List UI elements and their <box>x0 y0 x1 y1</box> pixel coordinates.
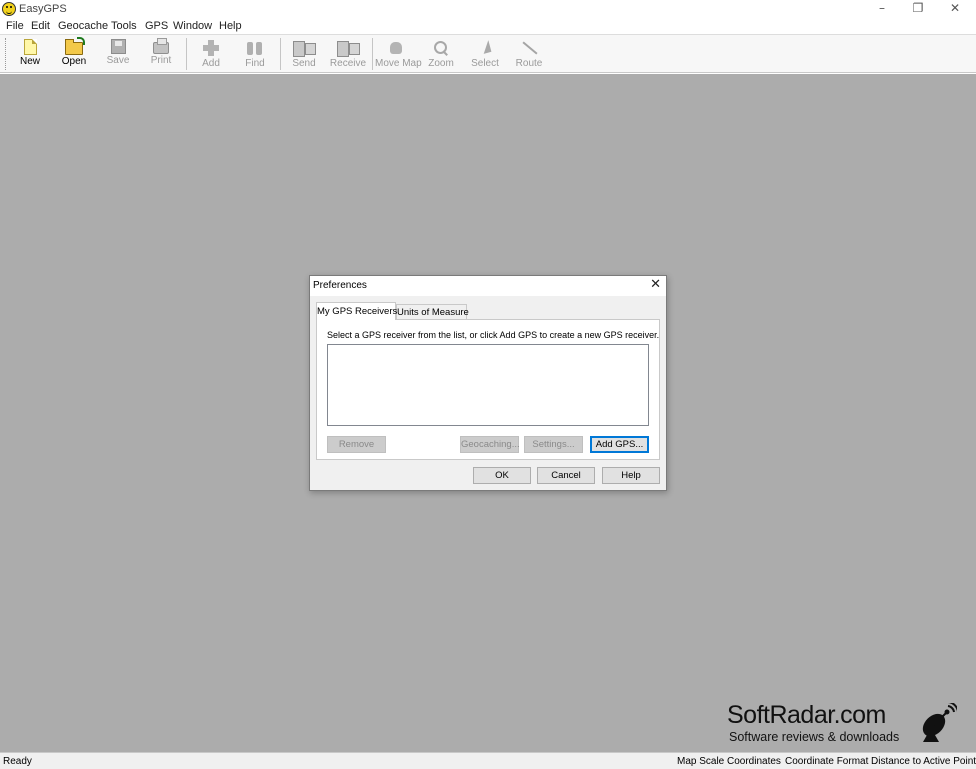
status-bar: Ready Map Scale Coordinates Coordinate F… <box>0 752 976 769</box>
minimize-icon[interactable]: – <box>864 0 900 19</box>
select-label: Select <box>471 58 499 69</box>
plus-icon <box>202 39 220 57</box>
restore-icon[interactable]: ❐ <box>900 0 936 19</box>
add-gps-button[interactable]: Add GPS... <box>590 436 649 453</box>
gps-receiver-list[interactable] <box>327 344 649 426</box>
print-button[interactable]: Print <box>145 37 177 71</box>
open-button[interactable]: Open <box>58 37 90 71</box>
geocaching-button[interactable]: Geocaching... <box>460 436 520 453</box>
menu-geocache[interactable]: Geocache <box>58 20 108 32</box>
zoom-button[interactable]: Zoom <box>425 37 457 71</box>
ok-button[interactable]: OK <box>473 467 531 484</box>
satellite-dish-icon <box>922 703 957 742</box>
new-document-icon <box>23 39 37 55</box>
window-title: EasyGPS <box>19 3 67 15</box>
status-distance-to-active-point: Distance to Active Point <box>871 756 976 767</box>
watermark-subtitle: Software reviews & downloads <box>729 730 900 744</box>
save-label: Save <box>106 55 130 66</box>
save-disk-icon <box>110 39 126 54</box>
route-button[interactable]: Route <box>513 37 545 71</box>
close-icon[interactable]: ✕ <box>937 0 973 19</box>
route-label: Route <box>515 58 543 69</box>
save-button[interactable]: Save <box>102 37 134 71</box>
route-line-icon <box>520 39 538 57</box>
open-label: Open <box>61 56 87 67</box>
menu-gps[interactable]: GPS <box>145 20 168 32</box>
toolbar-separator <box>186 38 187 70</box>
hand-icon <box>387 39 405 57</box>
status-ready: Ready <box>3 756 32 767</box>
status-coordinates: Coordinates <box>727 756 781 767</box>
find-label: Find <box>245 58 265 69</box>
toolbar: New Open Save Print Add Find Send Receiv… <box>0 35 976 73</box>
dialog-close-icon[interactable]: ✕ <box>650 277 661 292</box>
open-folder-icon <box>65 37 85 55</box>
dialog-title-bar[interactable]: Preferences ✕ <box>310 276 666 296</box>
toolbar-separator <box>372 38 373 70</box>
zoom-label: Zoom <box>428 58 454 69</box>
receive-label: Receive <box>329 58 367 69</box>
instruction-text: Select a GPS receiver from the list, or … <box>327 330 660 340</box>
toolbar-separator <box>280 38 281 70</box>
printer-icon <box>153 38 169 54</box>
move-map-button[interactable]: Move Map <box>375 37 422 71</box>
menu-file[interactable]: File <box>6 20 24 32</box>
settings-button[interactable]: Settings... <box>524 436 583 453</box>
help-button[interactable]: Help <box>602 467 660 484</box>
find-button[interactable]: Find <box>239 37 271 71</box>
arrow-cursor-icon <box>476 39 494 57</box>
magnifier-icon <box>432 39 450 57</box>
gps-receivers-panel: Select a GPS receiver from the list, or … <box>316 319 660 460</box>
watermark-title: SoftRadar.com <box>727 701 886 729</box>
binoculars-icon <box>246 39 264 57</box>
select-button[interactable]: Select <box>469 37 501 71</box>
receive-from-gps-icon <box>336 39 360 57</box>
move-map-label: Move Map <box>375 58 422 69</box>
new-button[interactable]: New <box>14 37 46 71</box>
new-label: New <box>19 56 40 67</box>
send-button[interactable]: Send <box>287 37 321 71</box>
receive-button[interactable]: Receive <box>329 37 367 71</box>
menu-bar: File Edit Geocache Tools GPS Window Help <box>0 19 976 35</box>
title-bar: EasyGPS – ❐ ✕ <box>0 0 976 19</box>
toolbar-grip[interactable] <box>5 38 8 70</box>
tab-units-of-measure[interactable]: Units of Measure <box>396 304 469 319</box>
send-label: Send <box>292 58 316 69</box>
menu-tools[interactable]: Tools <box>111 20 137 32</box>
menu-edit[interactable]: Edit <box>31 20 50 32</box>
add-label: Add <box>202 58 220 69</box>
preferences-dialog: Preferences ✕ My GPS Receivers Units of … <box>309 275 667 491</box>
print-label: Print <box>150 55 172 66</box>
dialog-title: Preferences <box>313 280 367 291</box>
status-map-scale: Map Scale <box>677 756 725 767</box>
remove-button[interactable]: Remove <box>327 436 386 453</box>
menu-window[interactable]: Window <box>173 20 212 32</box>
status-coordinate-format: Coordinate Format <box>785 756 869 767</box>
cancel-button[interactable]: Cancel <box>537 467 595 484</box>
tab-my-gps-receivers[interactable]: My GPS Receivers <box>316 302 397 320</box>
app-smiley-icon <box>2 2 16 16</box>
send-to-gps-icon <box>292 39 316 57</box>
menu-help[interactable]: Help <box>219 20 242 32</box>
add-button[interactable]: Add <box>195 37 227 71</box>
